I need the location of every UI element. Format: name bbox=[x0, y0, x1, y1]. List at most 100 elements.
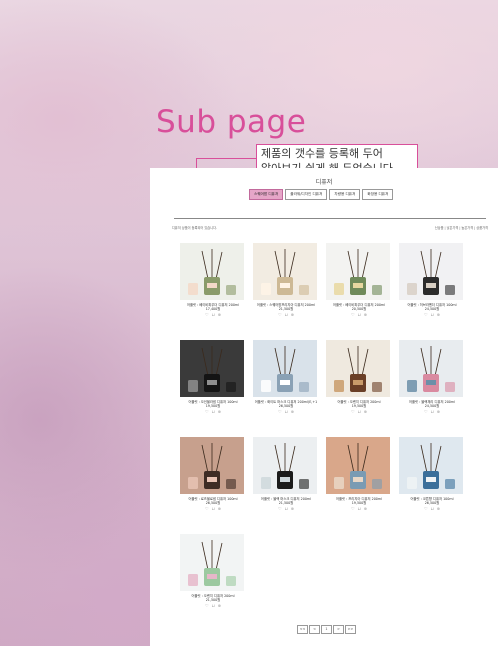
page-prev[interactable]: < bbox=[309, 625, 320, 634]
product-price: 20,500원 bbox=[351, 307, 367, 311]
cart-icon[interactable]: ⊔ bbox=[285, 312, 288, 317]
zoom-icon[interactable]: ⊕ bbox=[218, 312, 221, 317]
product-actions: ♡ ⊔ ⊕ bbox=[326, 409, 392, 414]
tab-vanity[interactable]: 화장용 디퓨저 bbox=[362, 189, 394, 200]
cart-icon[interactable]: ⊔ bbox=[285, 506, 288, 511]
heart-icon[interactable]: ♡ bbox=[205, 409, 209, 414]
product-price: 19,500원 bbox=[351, 501, 367, 505]
zoom-icon[interactable]: ⊕ bbox=[364, 506, 367, 511]
zoom-icon[interactable]: ⊕ bbox=[291, 506, 294, 511]
page-first[interactable]: << bbox=[297, 625, 308, 634]
heart-icon[interactable]: ♡ bbox=[205, 506, 209, 511]
leader-line bbox=[196, 158, 256, 159]
zoom-icon[interactable]: ⊕ bbox=[364, 409, 367, 414]
product-image[interactable] bbox=[326, 437, 390, 494]
product-actions: ♡ ⊔ ⊕ bbox=[253, 409, 319, 414]
page-current[interactable]: 1 bbox=[321, 625, 332, 634]
product-image[interactable] bbox=[253, 437, 317, 494]
product-image[interactable] bbox=[180, 340, 244, 397]
product-card[interactable]: 어플릿 : 오렌지 디퓨저 200ml 19,500원 ♡ ⊔ ⊕ bbox=[326, 340, 392, 437]
product-price: 21,500원 bbox=[278, 307, 294, 311]
product-actions: ♡ ⊔ ⊕ bbox=[399, 312, 465, 317]
heart-icon[interactable]: ♡ bbox=[351, 312, 355, 317]
product-image[interactable] bbox=[399, 243, 463, 300]
zoom-icon[interactable]: ⊕ bbox=[291, 409, 294, 414]
heart-icon[interactable]: ♡ bbox=[424, 312, 428, 317]
product-image[interactable] bbox=[180, 534, 244, 591]
zoom-icon[interactable]: ⊕ bbox=[218, 506, 221, 511]
cart-icon[interactable]: ⊔ bbox=[212, 603, 215, 608]
tab-flower-design[interactable]: 플라워/디자인 디퓨저 bbox=[285, 189, 328, 200]
product-card[interactable]: 어플릿 : 코튼향 디퓨저 100ml 26,500원 ♡ ⊔ ⊕ bbox=[399, 437, 465, 534]
product-image[interactable] bbox=[326, 340, 390, 397]
zoom-icon[interactable]: ⊕ bbox=[218, 409, 221, 414]
cart-icon[interactable]: ⊔ bbox=[212, 506, 215, 511]
product-image[interactable] bbox=[180, 243, 244, 300]
product-card[interactable]: 어플릿 : 로즈블로썸 디퓨저 100ml 26,500원 ♡ ⊔ ⊕ bbox=[180, 437, 246, 534]
zoom-icon[interactable]: ⊕ bbox=[437, 409, 440, 414]
heart-icon[interactable]: ♡ bbox=[424, 506, 428, 511]
heart-icon[interactable]: ♡ bbox=[351, 409, 355, 414]
product-image[interactable] bbox=[326, 243, 390, 300]
page-heading: Sub page bbox=[156, 104, 307, 140]
product-price: 26,500원 bbox=[205, 501, 221, 505]
product-actions: ♡ ⊔ ⊕ bbox=[180, 409, 246, 414]
subpage-mockup: 디퓨저 스퀘어팜 디퓨저 플라워/디자인 디퓨저 차량용 디퓨저 화장용 디퓨저… bbox=[150, 168, 498, 646]
product-price: 21,500원 bbox=[205, 598, 221, 602]
product-card[interactable]: 어플릿 : 블랙체리 디퓨저 200ml 24,500원 ♡ ⊔ ⊕ bbox=[399, 340, 465, 437]
zoom-icon[interactable]: ⊕ bbox=[437, 312, 440, 317]
callout-line: 제품의 갯수를 등록해 두어 bbox=[261, 147, 383, 160]
product-card[interactable]: 어플릿 : 프리지아 디퓨저 200ml 19,500원 ♡ ⊔ ⊕ bbox=[326, 437, 392, 534]
zoom-icon[interactable]: ⊕ bbox=[218, 603, 221, 608]
cart-icon[interactable]: ⊔ bbox=[285, 409, 288, 414]
cart-icon[interactable]: ⊔ bbox=[212, 409, 215, 414]
cart-icon[interactable]: ⊔ bbox=[358, 506, 361, 511]
product-price: 24,500원 bbox=[424, 307, 440, 311]
tab-car[interactable]: 차량용 디퓨저 bbox=[329, 189, 361, 200]
cart-icon[interactable]: ⊔ bbox=[358, 409, 361, 414]
product-count: 디퓨저 상품이 등록되어 있습니다. bbox=[172, 226, 218, 230]
product-card[interactable]: 어플릿 : 스퀘어팜프리지아 디퓨저 200ml 21,500원 ♡ ⊔ ⊕ bbox=[253, 243, 319, 340]
product-actions: ♡ ⊔ ⊕ bbox=[180, 603, 246, 608]
cart-icon[interactable]: ⊔ bbox=[212, 312, 215, 317]
zoom-icon[interactable]: ⊕ bbox=[437, 506, 440, 511]
heart-icon[interactable]: ♡ bbox=[278, 409, 282, 414]
pagination: << < 1 > >> bbox=[297, 625, 357, 634]
product-actions: ♡ ⊔ ⊕ bbox=[326, 312, 392, 317]
heart-icon[interactable]: ♡ bbox=[205, 603, 209, 608]
product-actions: ♡ ⊔ ⊕ bbox=[399, 506, 465, 511]
cart-icon[interactable]: ⊔ bbox=[431, 409, 434, 414]
heart-icon[interactable]: ♡ bbox=[351, 506, 355, 511]
product-price: 17,400원 bbox=[205, 307, 221, 311]
product-card[interactable]: 어플릿 : 오렌지 디퓨저 200ml 21,500원 ♡ ⊔ ⊕ bbox=[180, 534, 246, 631]
cart-icon[interactable]: ⊔ bbox=[358, 312, 361, 317]
heart-icon[interactable]: ♡ bbox=[205, 312, 209, 317]
product-card[interactable]: 어플릿 : 블랙 머스크 디퓨저 200ml 21,500원 ♡ ⊔ ⊕ bbox=[253, 437, 319, 534]
product-image[interactable] bbox=[253, 340, 317, 397]
product-price: 26,500원 bbox=[278, 404, 294, 408]
product-image[interactable] bbox=[399, 437, 463, 494]
page-next[interactable]: > bbox=[333, 625, 344, 634]
product-actions: ♡ ⊔ ⊕ bbox=[326, 506, 392, 511]
cart-icon[interactable]: ⊔ bbox=[431, 506, 434, 511]
heart-icon[interactable]: ♡ bbox=[278, 506, 282, 511]
tab-square-palm[interactable]: 스퀘어팜 디퓨저 bbox=[249, 189, 284, 200]
heart-icon[interactable]: ♡ bbox=[278, 312, 282, 317]
product-actions: ♡ ⊔ ⊕ bbox=[180, 312, 246, 317]
product-image[interactable] bbox=[253, 243, 317, 300]
product-card[interactable]: 어플릿 : 베이비파우더 디퓨저 200ml 17,400원 ♡ ⊔ ⊕ bbox=[180, 243, 246, 340]
sort-options[interactable]: 신상품 | 낮은가격 | 높은가격 | 상품가격 bbox=[435, 225, 488, 230]
product-card[interactable]: 어플릿 : 허브라벤더 디퓨저 100ml 24,500원 ♡ ⊔ ⊕ bbox=[399, 243, 465, 340]
product-image[interactable] bbox=[180, 437, 244, 494]
zoom-icon[interactable]: ⊕ bbox=[364, 312, 367, 317]
product-card[interactable]: 어플릿 : 오션블라썸 디퓨저 100ml 19,500원 ♡ ⊔ ⊕ bbox=[180, 340, 246, 437]
product-actions: ♡ ⊔ ⊕ bbox=[253, 312, 319, 317]
heart-icon[interactable]: ♡ bbox=[424, 409, 428, 414]
page-last[interactable]: >> bbox=[345, 625, 356, 634]
product-card[interactable]: 어플릿 : 화이트 머스크 디퓨저 200ml(E,+1 26,500원 ♡ ⊔… bbox=[253, 340, 319, 437]
cart-icon[interactable]: ⊔ bbox=[431, 312, 434, 317]
zoom-icon[interactable]: ⊕ bbox=[291, 312, 294, 317]
product-image[interactable] bbox=[399, 340, 463, 397]
product-card[interactable]: 어플릿 : 베이비파우더 디퓨저 200ml 20,500원 ♡ ⊔ ⊕ bbox=[326, 243, 392, 340]
product-actions: ♡ ⊔ ⊕ bbox=[180, 506, 246, 511]
